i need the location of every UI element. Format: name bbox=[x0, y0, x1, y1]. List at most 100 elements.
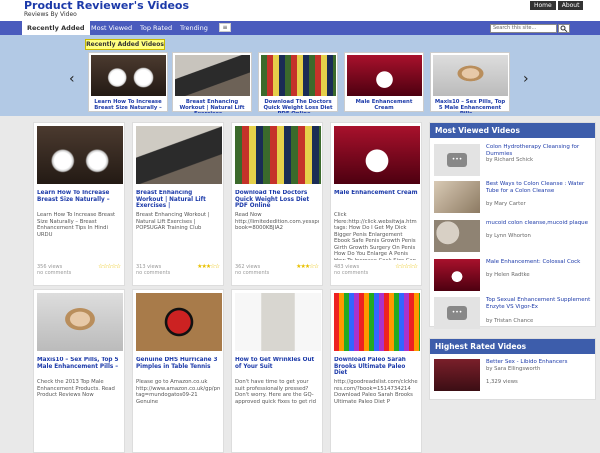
video-card[interactable]: How to Get Wrinkles Out of Your Suit Don… bbox=[231, 289, 323, 453]
most-viewed-item[interactable]: mucoid colon cleanse,mucoid plaque by Ly… bbox=[434, 220, 594, 254]
video-title[interactable]: Top Sexual Enhancement Supplement Enzyte… bbox=[486, 297, 594, 310]
home-link[interactable]: Home bbox=[530, 1, 556, 10]
carousel-prev-icon[interactable]: ‹ bbox=[69, 72, 75, 86]
video-card[interactable]: Genuine DHS Hurricane 3 Pimples in Table… bbox=[132, 289, 224, 453]
video-thumbnail[interactable] bbox=[136, 126, 222, 184]
video-thumbnail[interactable] bbox=[434, 359, 480, 391]
video-thumbnail[interactable] bbox=[433, 55, 508, 96]
video-description: Read Now http://limitededition.com.yessp… bbox=[235, 212, 319, 231]
video-thumbnail[interactable] bbox=[334, 293, 420, 351]
video-author: by Mary Carter bbox=[486, 201, 526, 207]
video-thumbnail[interactable] bbox=[37, 293, 123, 351]
site-header: Product Reviewer's Videos Reviews By Vid… bbox=[0, 0, 600, 21]
most-viewed-item[interactable]: Male Enhancement: Colossal Cock by Helen… bbox=[434, 259, 594, 293]
video-author: by Lynn Whorton bbox=[486, 233, 531, 239]
video-title[interactable]: How to Get Wrinkles Out of Your Suit bbox=[235, 357, 319, 377]
video-title[interactable]: mucoid colon cleanse,mucoid plaque bbox=[486, 220, 594, 227]
video-title[interactable]: Learn How To Increase Breast Size Natura… bbox=[37, 190, 121, 210]
video-description: Learn How To Increase Breast Size Natura… bbox=[37, 212, 116, 238]
video-title[interactable]: Male Enhancement Cream bbox=[334, 190, 418, 210]
video-card[interactable]: Learn How To Increase Breast Size Natura… bbox=[33, 122, 125, 286]
menu-icon[interactable]: ≡ bbox=[219, 23, 231, 32]
slide-title[interactable]: Breast Enhancing Workout | Natural Lift … bbox=[175, 99, 249, 113]
rating-stars: ★★★☆☆ bbox=[296, 263, 319, 270]
search-input[interactable]: Search this site... bbox=[490, 24, 557, 33]
video-meta: 362 views no comments bbox=[235, 264, 269, 276]
video-description: http://goodreadslist.com/clckhe res.com/… bbox=[334, 379, 418, 405]
carousel-title: Recently Added Videos bbox=[85, 39, 165, 50]
main-nav: Recently Added Most Viewed Top Rated Tre… bbox=[0, 21, 600, 35]
video-title[interactable]: Genuine DHS Hurricane 3 Pimples in Table… bbox=[136, 357, 220, 377]
most-viewed-heading: Most Viewed Videos bbox=[430, 123, 595, 138]
video-description: Check the 2013 Top Male Enhancement Prod… bbox=[37, 379, 115, 398]
video-thumbnail[interactable] bbox=[434, 181, 480, 213]
highest-rated-heading: Highest Rated Videos bbox=[430, 339, 595, 354]
video-description: Please go to Amazon.co.uk http://www.ama… bbox=[136, 379, 220, 405]
slide-title[interactable]: Maxis10 – Sex Pills, Top 5 Male Enhancem… bbox=[433, 99, 507, 113]
slide-title[interactable]: Learn How To Increase Breast Size Natura… bbox=[91, 99, 165, 113]
nav-recently-added[interactable]: Recently Added bbox=[22, 21, 90, 35]
video-thumbnail[interactable] bbox=[136, 293, 222, 351]
nav-most-viewed[interactable]: Most Viewed bbox=[91, 21, 132, 35]
most-viewed-item[interactable]: ••• Colon Hydrotherapy Cleansing for Dum… bbox=[434, 144, 594, 178]
video-card[interactable]: Male Enhancement Cream Click Here:http:/… bbox=[330, 122, 422, 286]
video-description: Don't have time to get your suit profess… bbox=[235, 379, 316, 405]
highest-rated-panel: Highest Rated Videos Better Sex - Libido… bbox=[429, 338, 596, 400]
nav-trending[interactable]: Trending bbox=[180, 21, 208, 35]
video-thumbnail[interactable] bbox=[347, 55, 422, 96]
highest-rated-item[interactable]: Better Sex - Libido Enhancers by Sara El… bbox=[434, 359, 594, 393]
most-viewed-panel: Most Viewed Videos ••• Colon Hydrotherap… bbox=[429, 122, 596, 329]
comment-count: no comments bbox=[334, 270, 369, 276]
video-description: Breast Enhancing Workout | Natural Lift … bbox=[136, 212, 210, 231]
video-title[interactable]: Maxis10 – Sex Pills, Top 5 Male Enhancem… bbox=[37, 357, 121, 377]
most-viewed-item[interactable]: Best Ways to Colon Cleanse : Water Tube … bbox=[434, 181, 594, 215]
video-author: by Sara Ellingsworth bbox=[486, 366, 541, 372]
rating-stars: ★★★☆☆ bbox=[197, 263, 220, 270]
carousel-slide[interactable]: Maxis10 – Sex Pills, Top 5 Male Enhancem… bbox=[430, 52, 510, 113]
video-card[interactable]: Breast Enhancing Workout | Natural Lift … bbox=[132, 122, 224, 286]
comment-count: no comments bbox=[136, 270, 171, 276]
video-description: Click Here:http://click.websitwja.htm ta… bbox=[334, 212, 417, 260]
slide-title[interactable]: Male Enhancement Cream bbox=[347, 99, 421, 113]
video-thumbnail[interactable] bbox=[261, 55, 336, 96]
video-title[interactable]: Better Sex - Libido Enhancers bbox=[486, 359, 594, 366]
play-icon: ••• bbox=[447, 306, 467, 320]
video-thumbnail[interactable] bbox=[235, 126, 321, 184]
slide-title[interactable]: Download The Doctors Quick Weight Loss D… bbox=[261, 99, 335, 113]
view-count: 1,329 views bbox=[486, 379, 518, 385]
nav-top-rated[interactable]: Top Rated bbox=[140, 21, 172, 35]
video-meta: 483 views no comments bbox=[334, 264, 368, 276]
carousel-slide[interactable]: Learn How To Increase Breast Size Natura… bbox=[88, 52, 168, 113]
carousel-next-icon[interactable]: › bbox=[523, 72, 529, 86]
video-thumbnail[interactable] bbox=[91, 55, 166, 96]
comment-count: no comments bbox=[235, 270, 270, 276]
top-links: Home About bbox=[530, 1, 584, 10]
video-thumbnail[interactable]: ••• bbox=[434, 144, 480, 176]
video-meta: 313 views no comments bbox=[136, 264, 170, 276]
video-thumbnail[interactable] bbox=[175, 55, 250, 96]
video-thumbnail[interactable] bbox=[334, 126, 420, 184]
video-thumbnail[interactable] bbox=[235, 293, 321, 351]
video-thumbnail[interactable] bbox=[434, 259, 480, 291]
video-title[interactable]: Download Paleo Sarah Brooks Ultimate Pal… bbox=[334, 357, 418, 377]
most-viewed-item[interactable]: ••• Top Sexual Enhancement Supplement En… bbox=[434, 297, 594, 331]
video-author: by Richard Schick bbox=[486, 157, 534, 163]
video-title[interactable]: Best Ways to Colon Cleanse : Water Tube … bbox=[486, 181, 594, 194]
video-author: by Tristan Chance bbox=[486, 318, 534, 324]
video-card[interactable]: Maxis10 – Sex Pills, Top 5 Male Enhancem… bbox=[33, 289, 125, 453]
comment-count: no comments bbox=[37, 270, 72, 276]
video-title[interactable]: Breast Enhancing Workout | Natural Lift … bbox=[136, 190, 220, 210]
video-card[interactable]: Download The Doctors Quick Weight Loss D… bbox=[231, 122, 323, 286]
video-title[interactable]: Male Enhancement: Colossal Cock bbox=[486, 259, 594, 266]
search-icon[interactable] bbox=[558, 24, 570, 33]
video-thumbnail[interactable] bbox=[37, 126, 123, 184]
carousel-slide[interactable]: Male Enhancement Cream bbox=[344, 52, 424, 112]
about-link[interactable]: About bbox=[557, 1, 584, 10]
carousel-slide[interactable]: Download The Doctors Quick Weight Loss D… bbox=[258, 52, 338, 113]
video-title[interactable]: Download The Doctors Quick Weight Loss D… bbox=[235, 190, 319, 210]
video-thumbnail[interactable]: ••• bbox=[434, 297, 480, 329]
video-title[interactable]: Colon Hydrotherapy Cleansing for Dummies bbox=[486, 144, 594, 157]
video-card[interactable]: Download Paleo Sarah Brooks Ultimate Pal… bbox=[330, 289, 422, 453]
video-thumbnail[interactable] bbox=[434, 220, 480, 252]
carousel-slide[interactable]: Breast Enhancing Workout | Natural Lift … bbox=[172, 52, 252, 113]
